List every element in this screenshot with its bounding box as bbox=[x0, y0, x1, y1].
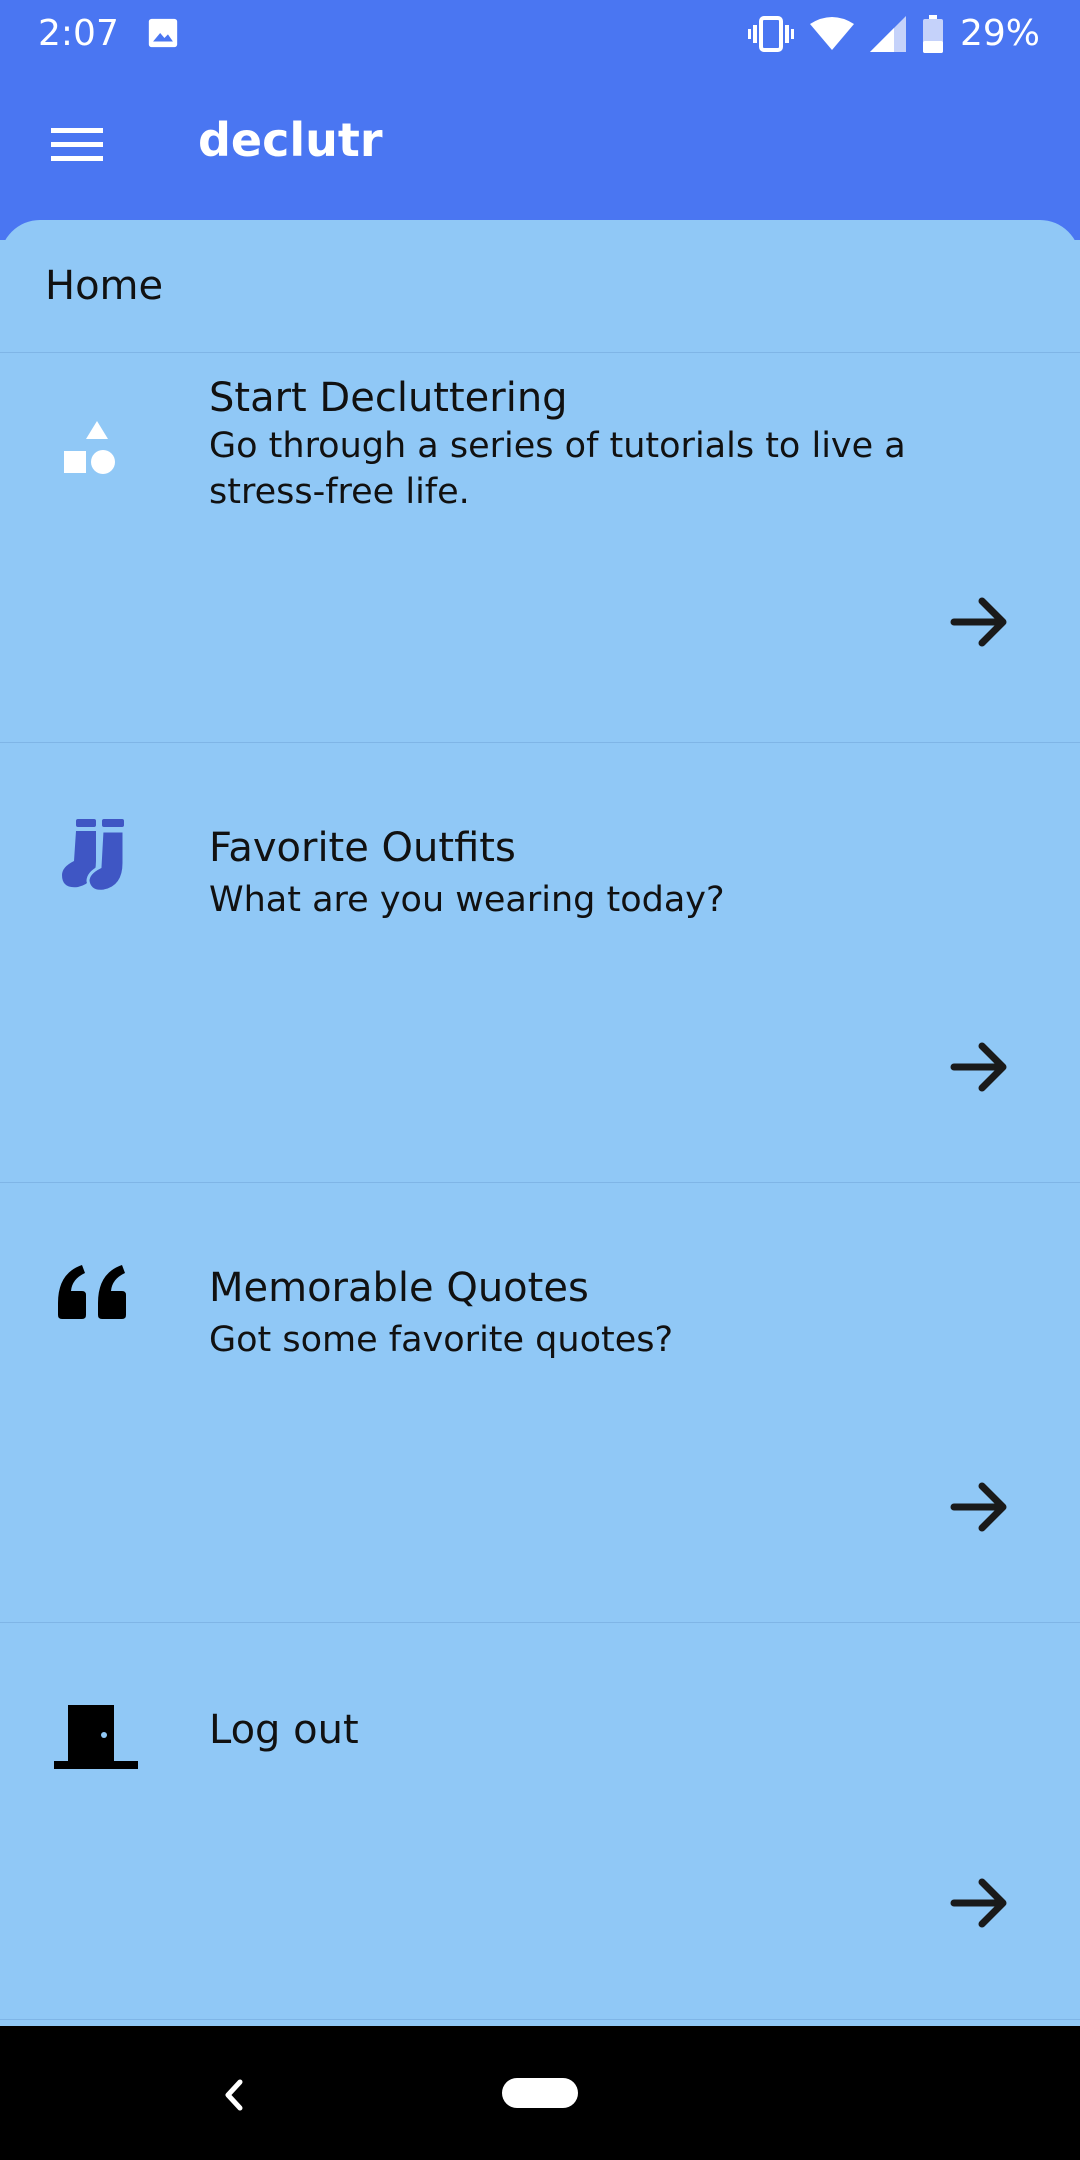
wifi-icon bbox=[809, 17, 854, 50]
shapes-icon bbox=[64, 421, 115, 474]
card-subtitle: What are you wearing today? bbox=[209, 880, 725, 920]
hamburger-menu-icon[interactable] bbox=[51, 126, 103, 162]
door-icon bbox=[54, 1705, 138, 1769]
signal-icon bbox=[869, 16, 906, 52]
battery-icon bbox=[922, 15, 943, 53]
home-pill-icon[interactable] bbox=[502, 2078, 578, 2108]
card-title: Memorable Quotes bbox=[209, 1265, 589, 1311]
quote-icon bbox=[58, 1265, 126, 1319]
card-text: Favorite Outfits What are you wearing to… bbox=[209, 823, 1000, 923]
image-icon bbox=[148, 18, 178, 48]
app-title: declutr bbox=[198, 113, 383, 167]
system-nav-bar bbox=[0, 2026, 1080, 2160]
vibrate-icon bbox=[747, 16, 794, 52]
arrow-right-icon[interactable] bbox=[948, 1034, 1014, 1100]
status-time: 2:07 bbox=[38, 13, 119, 54]
battery-percent: 29% bbox=[959, 13, 1040, 54]
socks-icon bbox=[62, 819, 126, 893]
menu-button[interactable] bbox=[36, 110, 118, 178]
back-icon[interactable] bbox=[210, 2070, 260, 2120]
status-bar: 2:07 29% bbox=[0, 0, 1080, 68]
card-text: Log out bbox=[209, 1705, 1000, 1755]
card-title: Log out bbox=[209, 1707, 359, 1753]
card-title: Start Decluttering bbox=[209, 375, 568, 421]
section-header: Home bbox=[0, 220, 1080, 353]
arrow-right-icon[interactable] bbox=[948, 1474, 1014, 1540]
card-start-decluttering[interactable]: Start Decluttering Go through a series o… bbox=[0, 353, 1080, 743]
card-text: Start Decluttering Go through a series o… bbox=[209, 373, 1000, 515]
arrow-right-icon[interactable] bbox=[948, 589, 1014, 655]
card-log-out[interactable]: Log out bbox=[0, 1623, 1080, 2020]
toolbar: declutr bbox=[0, 68, 1080, 220]
main-content: Home Start Decluttering Go through a ser… bbox=[0, 220, 1080, 2026]
card-favorite-outfits[interactable]: Favorite Outfits What are you wearing to… bbox=[0, 743, 1080, 1183]
card-title: Favorite Outfits bbox=[209, 825, 516, 871]
app-bar: 2:07 29% declutr bbox=[0, 0, 1080, 240]
card-subtitle: Got some favorite quotes? bbox=[209, 1320, 674, 1360]
card-text: Memorable Quotes Got some favorite quote… bbox=[209, 1263, 1000, 1363]
card-subtitle: Go through a series of tutorials to live… bbox=[209, 426, 906, 512]
arrow-right-icon[interactable] bbox=[948, 1870, 1014, 1936]
status-icons: 29% bbox=[747, 10, 1040, 58]
card-memorable-quotes[interactable]: Memorable Quotes Got some favorite quote… bbox=[0, 1183, 1080, 1623]
